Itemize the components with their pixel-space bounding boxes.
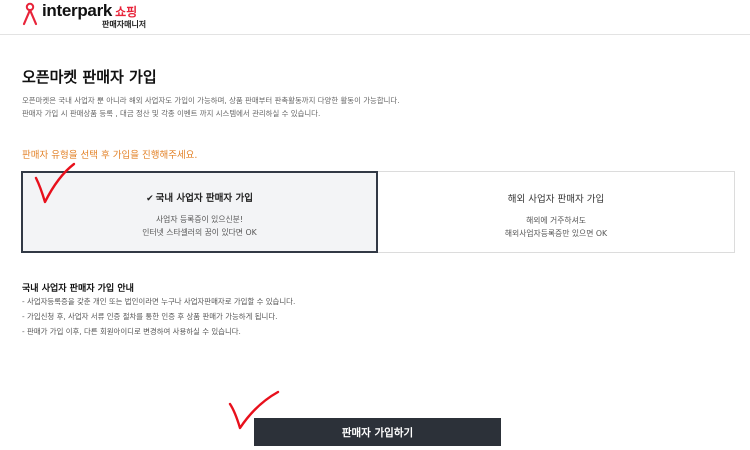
select-type-prompt: 판매자 유형을 선택 후 가입을 진행해주세요. (22, 150, 198, 161)
intro-line: 오픈마켓은 국내 사업자 뿐 아니라 해외 사업자도 가입이 가능하며, 상품 … (22, 96, 400, 105)
domestic-seller-desc: 사업자 등록증이 있으신분! 인터넷 스타셀러의 꿈이 있다면 OK (23, 213, 376, 239)
overseas-seller-option[interactable]: 해외 사업자 판매자 가입 해외에 거주하셔도 해외사업자등록증만 있으면 OK (378, 171, 735, 253)
intro-text: 오픈마켓은 국내 사업자 뿐 아니라 해외 사업자도 가입이 가능하며, 상품 … (22, 94, 722, 120)
logo-brand-text: interpark (42, 1, 113, 20)
guide-title: 국내 사업자 판매자 가입 안내 (22, 284, 134, 294)
overseas-seller-title: 해외 사업자 판매자 가입 (507, 194, 605, 205)
domestic-seller-option[interactable]: ✔ 국내 사업자 판매자 가입 사업자 등록증이 있으신분! 인터넷 스타셀러의 … (21, 171, 378, 253)
guide-item: - 사업자등록증을 갖춘 개인 또는 법인이라면 누구나 사업자판매자로 가입할… (22, 297, 296, 306)
checkmark-icon: ✔ (146, 194, 154, 204)
logo-subtitle: 판매자매니저 (102, 20, 147, 29)
overseas-seller-desc: 해외에 거주하셔도 해외사업자등록증만 있으면 OK (378, 214, 734, 240)
seller-signup-button[interactable]: 판매자 가입하기 (254, 418, 501, 446)
logo-shop-text: 쇼핑 (115, 5, 138, 19)
guide-item: - 판매가 가입 이후, 다른 회원아이디로 변경하여 사용하실 수 있습니다. (22, 327, 241, 336)
desc-line: 인터넷 스타셀러의 꿈이 있다면 OK (142, 228, 257, 237)
desc-line: 해외사업자등록증만 있으면 OK (504, 229, 608, 238)
page-title: 오픈마켓 판매자 가입 (22, 68, 157, 86)
guide-item: - 가입신청 후, 사업자 서류 인증 절차를 통한 인증 후 상품 판매가 가… (22, 312, 278, 321)
desc-line: 사업자 등록증이 있으신분! (156, 215, 243, 224)
domestic-seller-title: ✔ 국내 사업자 판매자 가입 (146, 193, 253, 204)
desc-line: 해외에 거주하셔도 (526, 216, 586, 225)
interpark-logo-mark-icon (22, 2, 38, 26)
site-header: interpark 쇼핑 판매자매니저 (0, 0, 750, 35)
guide-list: - 사업자등록증을 갖춘 개인 또는 법인이라면 누구나 사업자판매자로 가입할… (22, 294, 295, 339)
intro-line: 판매자 가입 시 판매상품 등록 , 대금 정산 및 각종 이벤트 까지 시스템… (22, 109, 321, 118)
interpark-logo[interactable]: interpark 쇼핑 판매자매니저 (21, 2, 146, 29)
